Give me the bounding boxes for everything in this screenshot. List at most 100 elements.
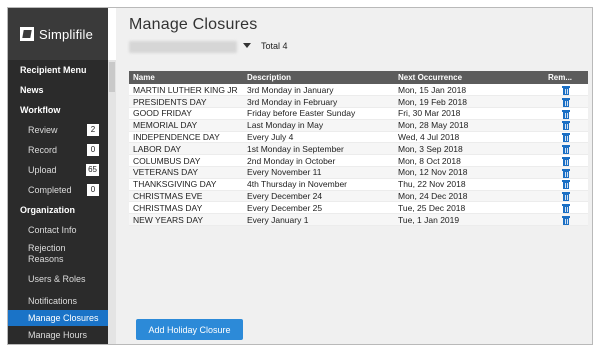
cell-remove bbox=[544, 201, 588, 215]
cell-description: Every December 25 bbox=[243, 201, 394, 215]
cell-name: VETERANS DAY bbox=[129, 166, 243, 179]
table-header-row: Name Description Next Occurrence Rem... bbox=[129, 71, 588, 84]
table-row: CHRISTMAS DAY Every December 25 Tue, 25 De… bbox=[129, 201, 588, 215]
column-header-name[interactable]: Name bbox=[129, 71, 243, 84]
cell-description: Every July 4 bbox=[243, 131, 394, 144]
table-row: THANKSGIVING DAY 4th Thursday in November… bbox=[129, 178, 588, 191]
sidebar-item-manage-hours[interactable]: Manage Hours bbox=[8, 330, 108, 340]
closures-table: Name Description Next Occurrence Rem... … bbox=[129, 71, 588, 227]
sidebar-item-completed[interactable]: Completed 0 bbox=[8, 184, 108, 196]
cell-next-occurrence: Tue, 1 Jan 2019 bbox=[394, 213, 544, 227]
main-content: Manage Closures Total 4 Name Description… bbox=[116, 8, 592, 344]
trash-icon[interactable] bbox=[562, 203, 570, 213]
cell-description: Friday before Easter Sunday bbox=[243, 107, 394, 120]
cell-name: GOOD FRIDAY bbox=[129, 107, 243, 120]
cell-description: Every December 24 bbox=[243, 190, 394, 203]
sidebar-section-recipient-menu[interactable]: Recipient Menu bbox=[8, 65, 108, 75]
cell-name: MARTIN LUTHER KING JR bbox=[129, 84, 243, 97]
cell-remove bbox=[544, 166, 588, 179]
cell-next-occurrence: Mon, 8 Oct 2018 bbox=[394, 154, 544, 168]
cell-remove bbox=[544, 107, 588, 120]
trash-icon[interactable] bbox=[562, 109, 570, 119]
table-row: PRESIDENTS DAY 3rd Monday in February Mon,… bbox=[129, 95, 588, 109]
sidebar-item-label: Completed bbox=[28, 185, 72, 195]
count-badge: 0 bbox=[87, 144, 99, 156]
cell-name: CHRISTMAS DAY bbox=[129, 201, 243, 215]
scrollbar-thumb[interactable] bbox=[109, 62, 115, 92]
cell-description: 3rd Monday in January bbox=[243, 84, 394, 97]
column-header-remove[interactable]: Rem... bbox=[544, 71, 588, 84]
table-row: MARTIN LUTHER KING JR 3rd Monday in Janua… bbox=[129, 84, 588, 97]
sidebar-section-organization[interactable]: Organization bbox=[8, 205, 108, 215]
sidebar-scrollbar[interactable] bbox=[108, 60, 116, 344]
sidebar-item-manage-closures[interactable]: Manage Closures bbox=[8, 310, 108, 326]
table-row: GOOD FRIDAY Friday before Easter Sunday Fr… bbox=[129, 107, 588, 120]
sidebar: Simplifile Recipient Menu News Workflow … bbox=[8, 8, 108, 344]
sidebar-section-workflow[interactable]: Workflow bbox=[8, 105, 108, 115]
sidebar-item-upload[interactable]: Upload 65 bbox=[8, 164, 108, 176]
cell-name: INDEPENDENCE DAY bbox=[129, 131, 243, 144]
brand-name: Simplifile bbox=[39, 26, 94, 42]
sidebar-item-contact-info[interactable]: Contact Info bbox=[8, 225, 108, 235]
cell-remove bbox=[544, 131, 588, 144]
cell-remove bbox=[544, 95, 588, 109]
trash-icon[interactable] bbox=[562, 121, 570, 131]
page-title: Manage Closures bbox=[129, 16, 258, 33]
cell-next-occurrence: Mon, 24 Dec 2018 bbox=[394, 190, 544, 203]
count-badge: 0 bbox=[87, 184, 99, 196]
cell-next-occurrence: Mon, 12 Nov 2018 bbox=[394, 166, 544, 179]
table-row: NEW YEARS DAY Every January 1 Tue, 1 Jan 2… bbox=[129, 213, 588, 227]
cell-next-occurrence: Mon, 15 Jan 2018 bbox=[394, 84, 544, 97]
trash-icon[interactable] bbox=[562, 156, 570, 166]
cell-description: 1st Monday in September bbox=[243, 142, 394, 156]
organization-selector[interactable] bbox=[129, 41, 237, 53]
table-row: CHRISTMAS EVE Every December 24 Mon, 24 De… bbox=[129, 190, 588, 203]
app-window: Simplifile Recipient Menu News Workflow … bbox=[7, 7, 593, 345]
cell-remove bbox=[544, 119, 588, 132]
table-row: VETERANS DAY Every November 11 Mon, 12 Nov… bbox=[129, 166, 588, 179]
cell-name: COLUMBUS DAY bbox=[129, 154, 243, 168]
column-header-next-occurrence[interactable]: Next Occurrence bbox=[394, 71, 544, 84]
column-header-description[interactable]: Description bbox=[243, 71, 394, 84]
chevron-down-icon[interactable] bbox=[243, 43, 251, 48]
trash-icon[interactable] bbox=[562, 180, 570, 190]
trash-icon[interactable] bbox=[562, 97, 570, 107]
brand-header[interactable]: Simplifile bbox=[8, 8, 108, 60]
cell-description: Last Monday in May bbox=[243, 119, 394, 132]
sidebar-item-review[interactable]: Review 2 bbox=[8, 124, 108, 136]
table-row: MEMORIAL DAY Last Monday in May Mon, 28 Ma… bbox=[129, 119, 588, 132]
cell-next-occurrence: Fri, 30 Mar 2018 bbox=[394, 107, 544, 120]
sidebar-item-label: Record bbox=[28, 145, 58, 155]
trash-icon[interactable] bbox=[562, 192, 570, 201]
total-count: Total 4 bbox=[261, 41, 288, 51]
sidebar-section-news[interactable]: News bbox=[8, 85, 108, 95]
sidebar-item-users-roles[interactable]: Users & Roles bbox=[8, 274, 108, 284]
cell-description: 3rd Monday in February bbox=[243, 95, 394, 109]
cell-remove bbox=[544, 178, 588, 191]
trash-icon[interactable] bbox=[562, 168, 570, 178]
cell-next-occurrence: Mon, 3 Sep 2018 bbox=[394, 142, 544, 156]
cell-remove bbox=[544, 142, 588, 156]
trash-icon[interactable] bbox=[562, 145, 570, 154]
sidebar-item-rejection-reasons[interactable]: Rejection Reasons bbox=[8, 243, 78, 265]
trash-icon[interactable] bbox=[562, 133, 570, 143]
trash-icon[interactable] bbox=[562, 215, 570, 225]
cell-name: PRESIDENTS DAY bbox=[129, 95, 243, 109]
cell-remove bbox=[544, 84, 588, 97]
cell-description: 4th Thursday in November bbox=[243, 178, 394, 191]
cell-next-occurrence: Wed, 4 Jul 2018 bbox=[394, 131, 544, 144]
table-row: INDEPENDENCE DAY Every July 4 Wed, 4 Jul 2… bbox=[129, 131, 588, 144]
sidebar-item-record[interactable]: Record 0 bbox=[8, 144, 108, 156]
cell-name: THANKSGIVING DAY bbox=[129, 178, 243, 191]
cell-name: NEW YEARS DAY bbox=[129, 213, 243, 227]
cell-next-occurrence: Mon, 28 May 2018 bbox=[394, 119, 544, 132]
cell-remove bbox=[544, 190, 588, 203]
cell-name: CHRISTMAS EVE bbox=[129, 190, 243, 203]
sidebar-item-label: Review bbox=[28, 125, 58, 135]
add-holiday-closure-button[interactable]: Add Holiday Closure bbox=[136, 319, 243, 340]
cell-name: MEMORIAL DAY bbox=[129, 119, 243, 132]
table-row: COLUMBUS DAY 2nd Monday in October Mon, 8 … bbox=[129, 154, 588, 168]
sidebar-item-notifications[interactable]: Notifications bbox=[8, 296, 108, 306]
trash-icon[interactable] bbox=[562, 85, 570, 95]
count-badge: 65 bbox=[86, 164, 99, 176]
